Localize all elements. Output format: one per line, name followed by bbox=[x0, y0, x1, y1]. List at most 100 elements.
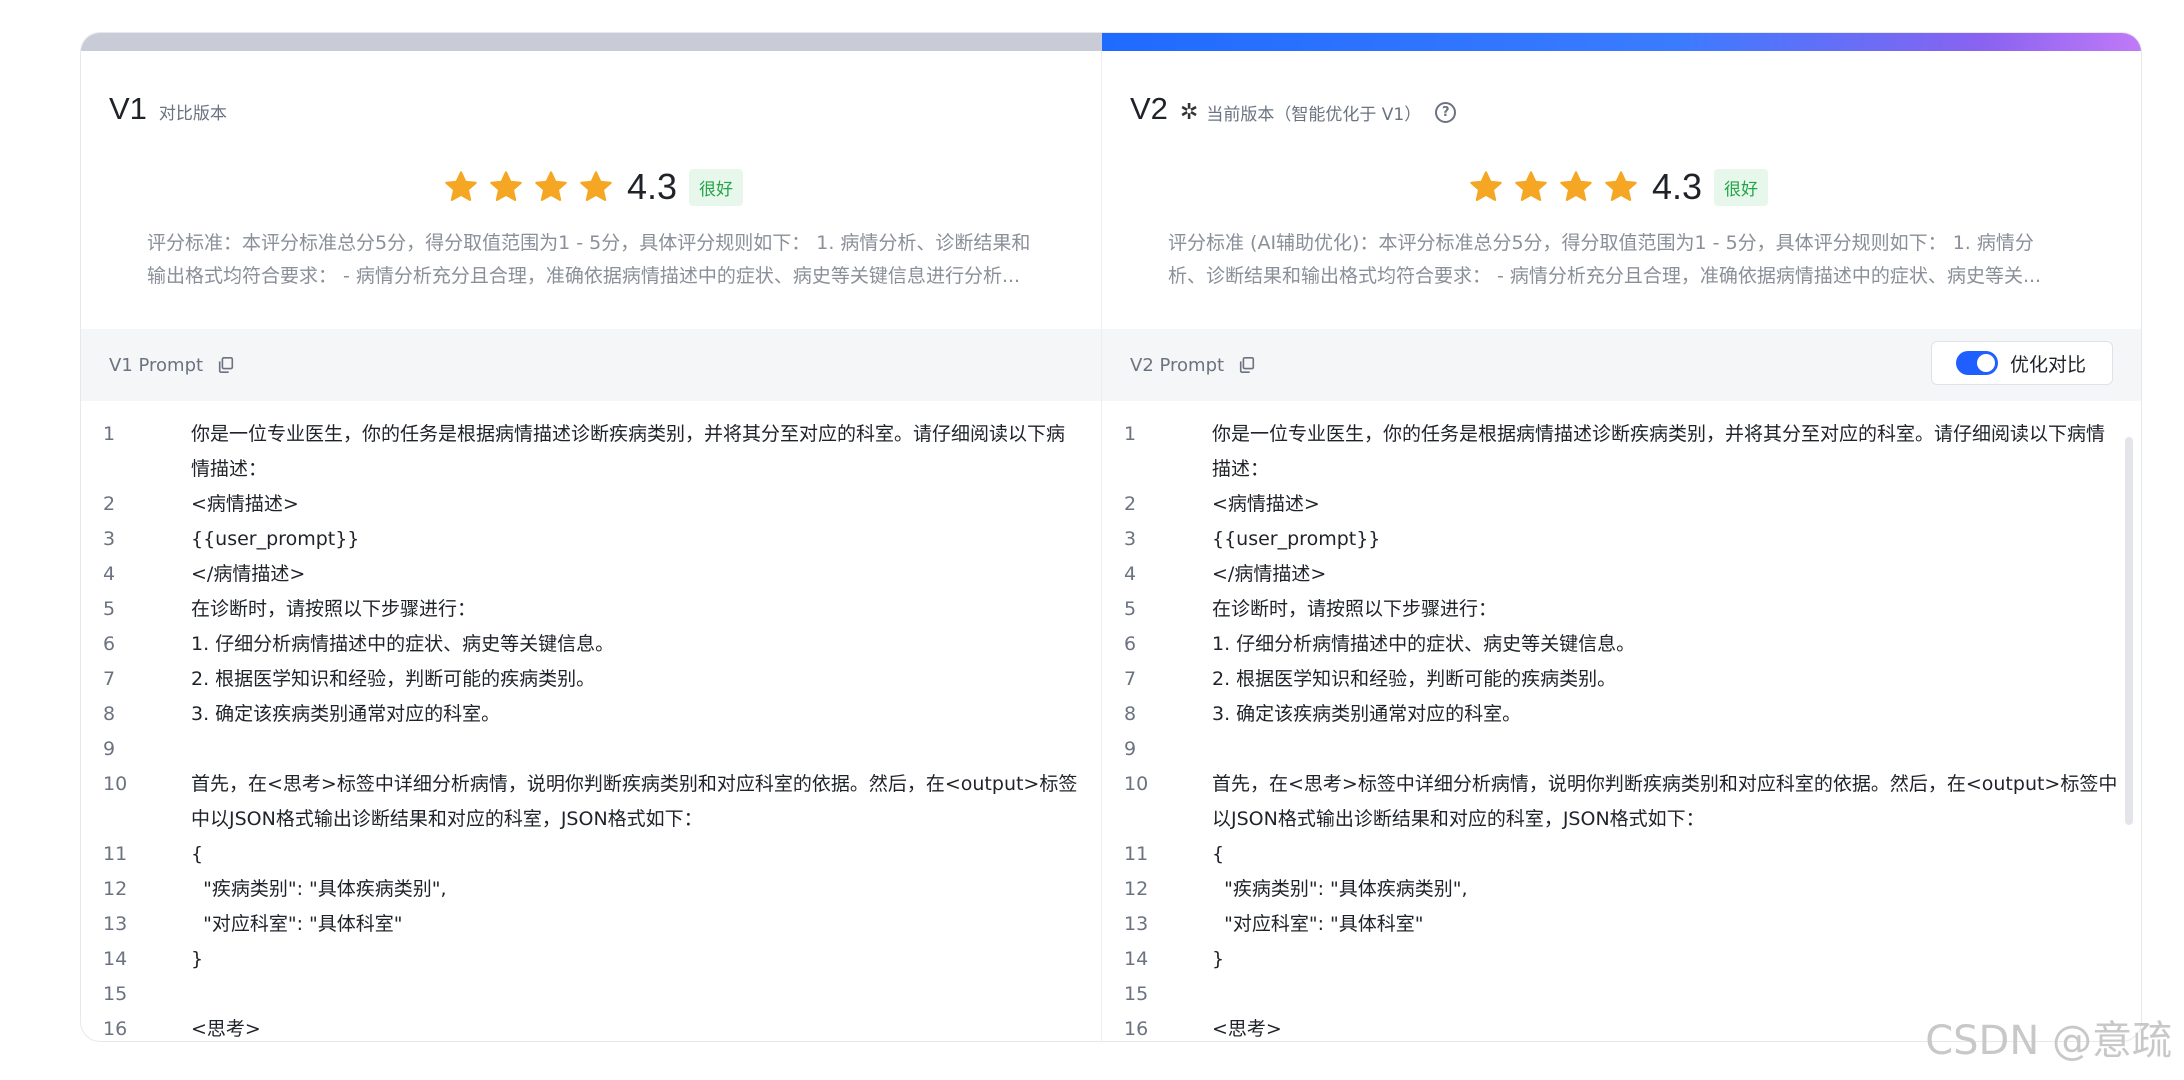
rating-badge: 很好 bbox=[1714, 169, 1768, 206]
line-number: 7 bbox=[81, 662, 191, 697]
line-number: 10 bbox=[81, 767, 191, 837]
version-compare-card: V1 对比版本 4.3 很好 评分标准：本评分标准总分5分，得分取值范围为1 -… bbox=[80, 32, 2142, 1042]
line-text: 你是一位专业医生，你的任务是根据病情描述诊断疾病类别，并将其分至对应的科室。请仔… bbox=[191, 417, 1081, 487]
prompt-title: V2 Prompt bbox=[1130, 355, 1224, 376]
version-subtitle-text: 当前版本（智能优化于 V1） bbox=[1206, 100, 1421, 125]
code-line: 15 bbox=[1102, 977, 2142, 1012]
line-number: 16 bbox=[1102, 1012, 1212, 1042]
line-number: 15 bbox=[81, 977, 191, 1012]
v2-header: V2 ✲ 当前版本（智能优化于 V1） ? bbox=[1130, 91, 1456, 127]
code-line: 72. 根据医学知识和经验，判断可能的疾病类别。 bbox=[1102, 662, 2142, 697]
code-line: 15 bbox=[81, 977, 1101, 1012]
sparkle-icon: ✲ bbox=[1180, 100, 1198, 125]
line-text bbox=[191, 732, 1081, 767]
rating-score: 4.3 bbox=[1652, 166, 1702, 208]
code-line: 2<病情描述> bbox=[1102, 487, 2142, 522]
code-line: 14} bbox=[1102, 942, 2142, 977]
line-number: 14 bbox=[1102, 942, 1212, 977]
version-subtitle-text: 对比版本 bbox=[159, 99, 227, 124]
code-line: 1你是一位专业医生，你的任务是根据病情描述诊断疾病类别，并将其分至对应的科室。请… bbox=[1102, 417, 2142, 487]
code-line: 5在诊断时，请按照以下步骤进行： bbox=[1102, 592, 2142, 627]
line-text bbox=[1212, 732, 2122, 767]
line-number: 5 bbox=[1102, 592, 1212, 627]
prompt-title: V1 Prompt bbox=[109, 355, 203, 376]
line-text: 3. 确定该疾病类别通常对应的科室。 bbox=[1212, 697, 2122, 732]
code-line: 4</病情描述> bbox=[81, 557, 1101, 592]
line-number: 2 bbox=[81, 487, 191, 522]
line-text: 1. 仔细分析病情描述中的症状、病史等关键信息。 bbox=[1212, 627, 2122, 662]
rating: 4.3 很好 bbox=[1468, 166, 1768, 208]
line-text: "对应科室": "具体科室" bbox=[191, 907, 1081, 942]
copy-icon[interactable] bbox=[217, 356, 235, 374]
rating: 4.3 很好 bbox=[443, 166, 743, 208]
prompt-code[interactable]: 1你是一位专业医生，你的任务是根据病情描述诊断疾病类别，并将其分至对应的科室。请… bbox=[81, 417, 1101, 1042]
line-text: "对应科室": "具体科室" bbox=[1212, 907, 2122, 942]
code-line: 12 "疾病类别": "具体疾病类别", bbox=[81, 872, 1101, 907]
line-text bbox=[191, 977, 1081, 1012]
line-text: 1. 仔细分析病情描述中的症状、病史等关键信息。 bbox=[191, 627, 1081, 662]
line-text: {{user_prompt}} bbox=[1212, 522, 2122, 557]
star-icon bbox=[443, 169, 479, 205]
line-number: 16 bbox=[81, 1012, 191, 1042]
line-number: 4 bbox=[81, 557, 191, 592]
rating-score: 4.3 bbox=[627, 166, 677, 208]
code-line: 72. 根据医学知识和经验，判断可能的疾病类别。 bbox=[81, 662, 1101, 697]
code-line: 12 "疾病类别": "具体疾病类别", bbox=[1102, 872, 2142, 907]
line-number: 13 bbox=[81, 907, 191, 942]
scoring-criteria[interactable]: 评分标准：本评分标准总分5分，得分取值范围为1 - 5分，具体评分规则如下： 1… bbox=[147, 227, 1047, 293]
code-line: 5在诊断时，请按照以下步骤进行： bbox=[81, 592, 1101, 627]
code-line: 4</病情描述> bbox=[1102, 557, 2142, 592]
line-number: 12 bbox=[81, 872, 191, 907]
line-number: 12 bbox=[1102, 872, 1212, 907]
scoring-criteria[interactable]: 评分标准 (AI辅助优化)：本评分标准总分5分，得分取值范围为1 - 5分，具体… bbox=[1168, 227, 2068, 293]
code-line: 9 bbox=[81, 732, 1101, 767]
line-text bbox=[1212, 977, 2122, 1012]
code-line: 14} bbox=[81, 942, 1101, 977]
line-number: 3 bbox=[81, 522, 191, 557]
help-icon[interactable]: ? bbox=[1435, 102, 1456, 123]
line-number: 10 bbox=[1102, 767, 1212, 837]
optimize-compare-toggle[interactable]: 优化对比 bbox=[1931, 341, 2113, 385]
code-line: 83. 确定该疾病类别通常对应的科室。 bbox=[81, 697, 1101, 732]
code-line: 11{ bbox=[81, 837, 1101, 872]
star-icon bbox=[488, 169, 524, 205]
star-icon bbox=[533, 169, 569, 205]
line-text: 2. 根据医学知识和经验，判断可能的疾病类别。 bbox=[1212, 662, 2122, 697]
scrollbar[interactable] bbox=[2125, 437, 2133, 825]
line-text: "疾病类别": "具体疾病类别", bbox=[1212, 872, 2122, 907]
line-number: 11 bbox=[81, 837, 191, 872]
code-line: 61. 仔细分析病情描述中的症状、病史等关键信息。 bbox=[1102, 627, 2142, 662]
code-line: 3{{user_prompt}} bbox=[81, 522, 1101, 557]
line-number: 6 bbox=[81, 627, 191, 662]
version-subtitle: ✲ 当前版本（智能优化于 V1） ? bbox=[1180, 100, 1456, 125]
line-number: 11 bbox=[1102, 837, 1212, 872]
copy-icon[interactable] bbox=[1238, 356, 1256, 374]
line-text: 首先，在<思考>标签中详细分析病情，说明你判断疾病类别和对应科室的依据。然后，在… bbox=[1212, 767, 2122, 837]
line-text: 首先，在<思考>标签中详细分析病情，说明你判断疾病类别和对应科室的依据。然后，在… bbox=[191, 767, 1081, 837]
rating-badge: 很好 bbox=[689, 169, 743, 206]
v2-panel: V2 ✲ 当前版本（智能优化于 V1） ? 4.3 很好 评分标准 (AI辅助优… bbox=[1102, 51, 2142, 1042]
line-text: { bbox=[191, 837, 1081, 872]
line-text: } bbox=[1212, 942, 2122, 977]
line-number: 1 bbox=[81, 417, 191, 487]
prompt-toolbar: V2 Prompt 优化对比 bbox=[1102, 329, 2142, 401]
version-title: V1 bbox=[109, 91, 147, 127]
line-number: 5 bbox=[81, 592, 191, 627]
v2-header-bar bbox=[1102, 33, 2141, 51]
version-title: V2 bbox=[1130, 91, 1168, 127]
line-text: { bbox=[1212, 837, 2122, 872]
line-text: </病情描述> bbox=[191, 557, 1081, 592]
line-number: 9 bbox=[81, 732, 191, 767]
code-line: 3{{user_prompt}} bbox=[1102, 522, 2142, 557]
v1-header: V1 对比版本 bbox=[109, 91, 227, 127]
line-text: <病情描述> bbox=[1212, 487, 2122, 522]
prompt-toolbar: V1 Prompt bbox=[81, 329, 1101, 401]
toggle-label: 优化对比 bbox=[2010, 350, 2086, 377]
line-number: 13 bbox=[1102, 907, 1212, 942]
line-number: 4 bbox=[1102, 557, 1212, 592]
prompt-code[interactable]: 1你是一位专业医生，你的任务是根据病情描述诊断疾病类别，并将其分至对应的科室。请… bbox=[1102, 417, 2142, 1042]
v1-panel: V1 对比版本 4.3 很好 评分标准：本评分标准总分5分，得分取值范围为1 -… bbox=[81, 51, 1102, 1042]
line-text: } bbox=[191, 942, 1081, 977]
line-text: <病情描述> bbox=[191, 487, 1081, 522]
toggle-switch[interactable] bbox=[1956, 351, 1998, 375]
